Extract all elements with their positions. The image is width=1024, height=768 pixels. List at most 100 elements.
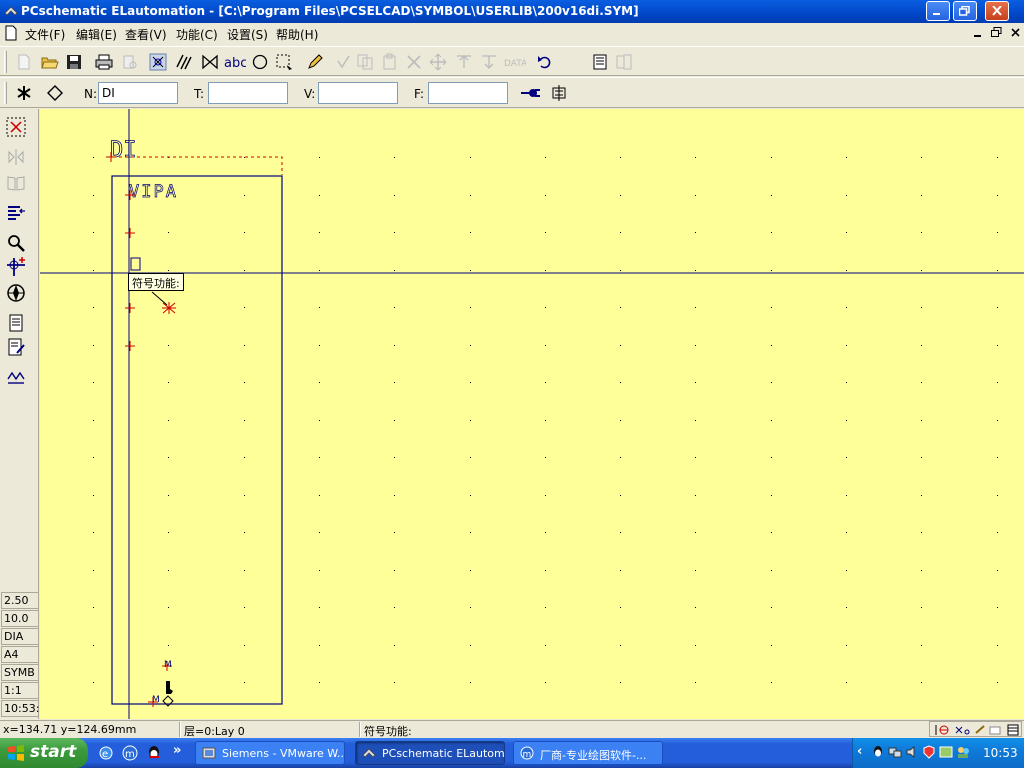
pencil-icon[interactable] [306, 53, 324, 71]
ie-icon[interactable]: e [98, 745, 114, 761]
volume-icon[interactable] [905, 745, 919, 759]
symbol-name-text[interactable]: DI [110, 138, 137, 164]
minimize-button[interactable] [926, 1, 950, 21]
vmware-icon [202, 747, 216, 759]
menu-settings[interactable]: 设置(S) [227, 26, 268, 43]
text-tool-icon[interactable]: abc [224, 53, 246, 71]
paste-icon[interactable] [381, 53, 399, 71]
grid-dot [921, 157, 922, 158]
grid-dot [620, 345, 621, 346]
grid-dot [545, 157, 546, 158]
function-field[interactable] [428, 82, 508, 104]
users-icon[interactable] [956, 745, 970, 759]
print-preview-icon[interactable] [121, 53, 139, 71]
grid-dot [997, 532, 998, 533]
grid-dot [695, 382, 696, 383]
grid-dot [695, 195, 696, 196]
close-button[interactable] [985, 1, 1009, 21]
pin-marker[interactable] [125, 228, 135, 238]
mdi-minimize-icon[interactable] [973, 28, 983, 38]
save-icon[interactable] [65, 53, 83, 71]
restore-button[interactable] [953, 1, 977, 21]
grid-size-value: 2.50 [1, 592, 39, 609]
symbol-type-text[interactable]: VIPA [129, 182, 178, 203]
diamond-icon[interactable] [46, 84, 64, 102]
qq-tray-icon[interactable] [871, 745, 885, 759]
menu-help[interactable]: 帮助(H) [276, 26, 318, 43]
page-list-icon[interactable] [591, 53, 609, 71]
grid-dot [545, 607, 546, 608]
mirror-icon[interactable] [6, 147, 26, 167]
menu-file[interactable]: 文件(F) [25, 26, 65, 43]
circle-tool-icon[interactable] [251, 53, 269, 71]
grid-dot [846, 345, 847, 346]
select-all-icon[interactable] [6, 117, 26, 137]
svg-text:m: m [125, 749, 135, 760]
line-tool-icon[interactable] [201, 53, 219, 71]
copy-icon[interactable] [356, 53, 374, 71]
pin-marker[interactable] [125, 303, 135, 313]
quicklaunch-more-icon[interactable]: » [173, 743, 181, 758]
rectangle-select-icon[interactable] [275, 53, 293, 71]
select-tool-icon[interactable] [149, 53, 167, 71]
menu-function[interactable]: 功能(C) [176, 26, 218, 43]
name-field[interactable] [98, 82, 178, 104]
compass-icon[interactable] [6, 283, 26, 303]
grid-dot [244, 682, 245, 683]
security-icon[interactable] [922, 745, 936, 759]
menu-edit[interactable]: 编辑(E) [76, 26, 117, 43]
pin-marker[interactable] [125, 341, 135, 351]
mdi-restore-icon[interactable] [991, 27, 1002, 38]
grid-dot [319, 607, 320, 608]
grid-dot [771, 682, 772, 683]
connection-icon[interactable] [520, 84, 542, 102]
new-file-icon[interactable] [15, 53, 33, 71]
open-folder-icon[interactable] [41, 53, 59, 71]
symbol-body[interactable] [111, 175, 283, 705]
coordinates-readout: x=134.71 y=124.69mm [3, 723, 137, 736]
zoom-icon[interactable] [6, 233, 26, 253]
network-icon[interactable] [888, 745, 902, 759]
mdi-close-icon[interactable] [1011, 28, 1021, 38]
function-label: F: [414, 87, 425, 101]
task-browser[interactable]: m 厂商-专业绘图软件-... [513, 741, 663, 765]
terminal-icon[interactable] [550, 84, 568, 102]
task-vmware[interactable]: Siemens - VMware W... [195, 741, 345, 765]
document-edit-icon[interactable] [6, 337, 26, 357]
task-pcschematic[interactable]: PCschematic ELautom... [355, 741, 505, 765]
move-icon[interactable] [429, 53, 447, 71]
grid-dot [470, 682, 471, 683]
signal-icon[interactable] [6, 367, 26, 387]
grid-dot [470, 420, 471, 421]
page-layout-icon[interactable] [615, 53, 633, 71]
qq-icon[interactable] [146, 745, 162, 761]
grid-dot [93, 645, 94, 646]
align-bottom-icon[interactable] [480, 53, 498, 71]
input-method-icon[interactable] [939, 745, 953, 759]
tray-expand-icon[interactable]: ‹ [857, 744, 862, 759]
delete-icon[interactable] [405, 53, 423, 71]
print-icon[interactable] [95, 53, 113, 71]
value-field[interactable] [318, 82, 398, 104]
data-icon[interactable]: DATA [504, 53, 526, 71]
undo-icon[interactable] [536, 53, 554, 71]
start-button[interactable]: start [0, 738, 88, 768]
grid-dot [620, 420, 621, 421]
type-field[interactable] [208, 82, 288, 104]
star-marker[interactable] [162, 302, 176, 314]
asterisk-icon[interactable] [15, 84, 33, 102]
grid-dot [394, 457, 395, 458]
maxthon-icon[interactable]: m [122, 745, 138, 761]
drawing-canvas[interactable]: DI VIPA M M 符号功能: [40, 109, 1024, 719]
crosshair-icon[interactable] [6, 257, 26, 277]
type-label: T: [194, 87, 205, 101]
book-icon[interactable] [6, 173, 26, 193]
menu-view[interactable]: 查看(V) [125, 26, 167, 43]
name-bounding-box [113, 156, 283, 175]
grid-dot [168, 270, 169, 271]
document-list-icon[interactable] [6, 313, 26, 333]
align-top-icon[interactable] [455, 53, 473, 71]
list-arrow-icon[interactable] [6, 203, 26, 223]
check-icon[interactable] [334, 53, 352, 71]
hatch-icon[interactable] [175, 53, 193, 71]
